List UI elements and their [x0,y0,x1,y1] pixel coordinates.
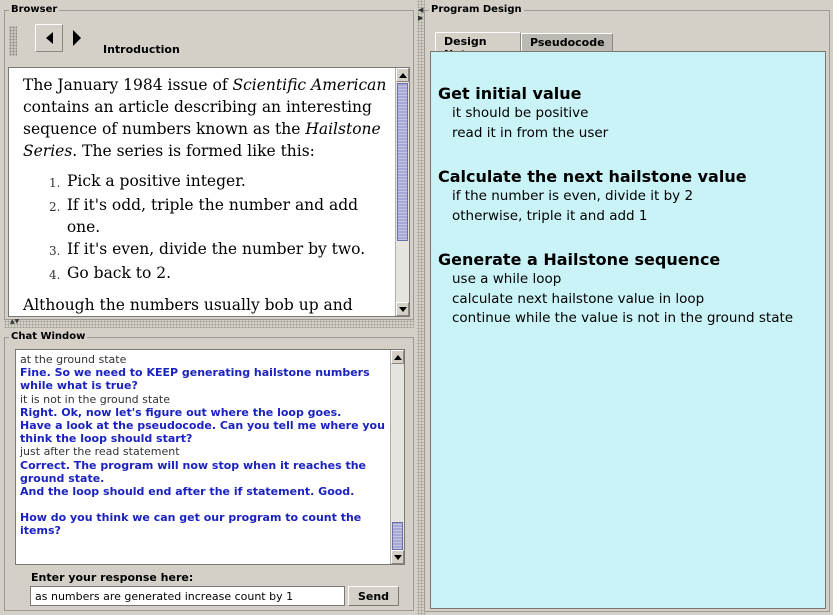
ground-state-paragraph: Although the numbers usually bob up and … [23,294,393,316]
chat-message: Correct. The program will now stop when … [20,458,366,485]
section-heading: Calculate the next hailstone value [438,167,747,186]
back-arrow-icon [45,32,53,44]
section-item: it should be positive [452,105,589,121]
step-text: If it's even, divide the number by two. [67,240,366,258]
scroll-up-button[interactable] [391,350,404,364]
document-text: The January 1984 issue of Scientific Ame… [23,74,393,316]
design-notes-content: Get initial value it should be positive … [438,84,823,353]
notes-section: Calculate the next hailstone value if th… [438,167,823,226]
step-number: 3. [49,244,61,258]
notes-section: Generate a Hailstone sequence use a whil… [438,250,823,329]
section-heading: Get initial value [438,84,582,103]
horizontal-split-divider[interactable] [4,320,414,328]
document-view: The January 1984 issue of Scientific Ame… [8,67,410,317]
ground-state-text: Although the numbers usually bob up and … [23,296,353,314]
program-design-legend: Program Design [429,4,524,16]
chat-log: at the ground state Fine. So we need to … [15,349,405,565]
scroll-down-button[interactable] [396,302,409,316]
chat-messages: at the ground state Fine. So we need to … [20,353,386,538]
scroll-down-button[interactable] [391,550,404,564]
step-text: Pick a positive integer. [67,172,246,190]
chat-message: just after the read statement [20,445,180,459]
scrollbar-thumb[interactable] [392,522,403,550]
intro-text-3: . The series is formed like this: [72,142,315,160]
chat-message: it is not in the ground state [20,392,171,406]
steps-list: 1. Pick a positive integer. 2. If it's odd… [49,170,393,286]
section-item: if the number is even, divide it by 2 [452,188,694,204]
response-input[interactable] [30,586,345,606]
section-item: use a while loop [452,271,562,287]
browser-legend: Browser [9,4,60,16]
chat-legend: Chat Window [9,331,88,343]
chat-message: How do you think we can get our program … [20,511,362,538]
step-text: Go back to 2. [67,264,172,282]
step-number: 1. [49,176,61,190]
divider-collapse-icon[interactable]: ▲▼ [10,319,19,325]
step-number: 4. [49,268,61,282]
page-title: Introduction [103,43,180,56]
document-scrollbar[interactable] [395,68,409,316]
response-label: Enter your response here: [31,571,194,584]
intro-text-1: The January 1984 issue of [23,76,233,94]
design-notes-area[interactable]: Get initial value it should be positive … [430,51,826,609]
list-item: 2. If it's odd, triple the number and add… [49,194,393,238]
step-text: If it's odd, triple the number and add o… [66,196,359,236]
browser-panel: Browser Introduction The January 1984 is… [4,4,414,320]
scroll-down-icon [393,554,402,560]
splitter-collapse-icon[interactable]: ◀ ▶ [418,6,423,22]
back-button[interactable] [35,24,63,52]
chat-message: at the ground state [20,353,127,366]
forward-button[interactable] [63,24,91,52]
section-item: read it in from the user [452,124,609,141]
section-item: calculate next hailstone value in loop [452,290,705,307]
section-heading: Generate a Hailstone sequence [438,250,721,269]
list-item: 1. Pick a positive integer. [49,170,393,194]
program-design-panel: Program Design Design Notes Pseudocode G… [424,4,830,612]
scroll-down-icon [398,306,407,312]
chat-message: Right. Ok, now let's figure out where th… [20,405,342,419]
chat-message: Have a look at the pseudocode. Can you t… [20,419,385,446]
chat-message: And the loop should end after the if sta… [20,485,355,499]
chat-scrollbar[interactable] [390,350,404,564]
send-button[interactable]: Send [348,586,399,606]
intro-paragraph: The January 1984 issue of Scientific Ame… [23,74,393,162]
notes-section: Get initial value it should be positive … [438,84,823,143]
tab-pseudocode[interactable]: Pseudocode [521,33,613,51]
scroll-up-button[interactable] [396,68,409,82]
section-item: otherwise, triple it and add 1 [452,207,648,224]
chat-message: Fine. So we need to KEEP generating hail… [20,366,370,393]
chat-panel: Chat Window at the ground state Fine. So… [4,331,414,611]
scroll-up-icon [393,354,402,360]
toolbar-grip[interactable] [9,26,17,56]
tab-design-notes[interactable]: Design Notes [435,32,521,61]
step-number: 2. [49,200,61,214]
intro-emphasis-1: Scientific American [232,76,387,94]
list-item: 3. If it's even, divide the number by two… [49,238,393,262]
forward-arrow-icon [73,30,81,46]
chat-spacer [20,498,386,511]
list-item: 4. Go back to 2. [49,262,393,286]
scroll-up-icon [398,72,407,78]
section-item: continue while the value is not in the g… [452,310,794,326]
scrollbar-thumb[interactable] [397,83,408,241]
